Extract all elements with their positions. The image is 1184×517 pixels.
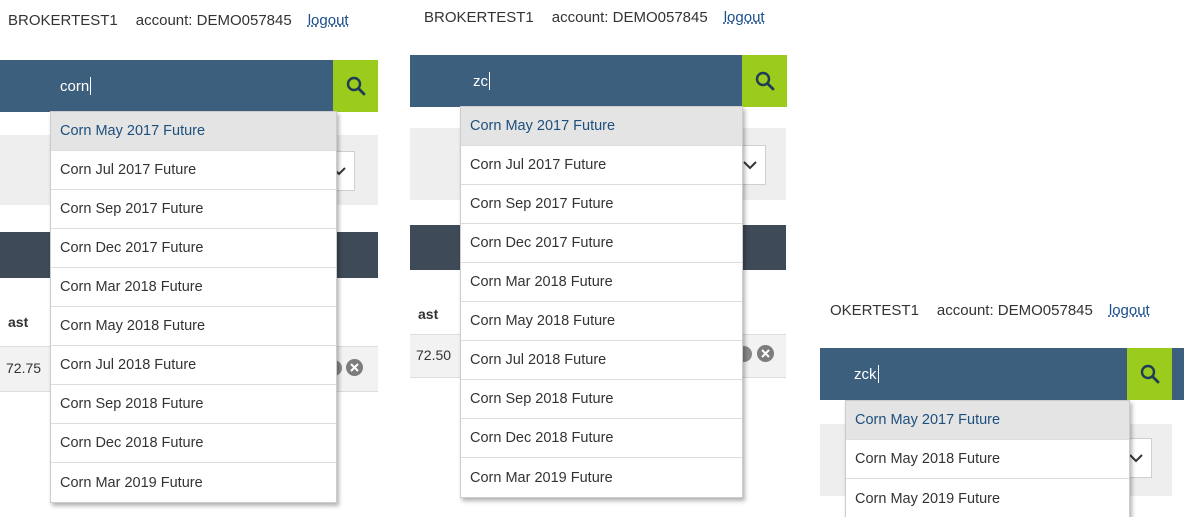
result-label: Corn Mar 2019 Future xyxy=(470,469,613,486)
search-icon xyxy=(346,76,365,96)
search-input-value: zck xyxy=(854,365,877,383)
search-input[interactable]: corn xyxy=(60,60,330,112)
search-bar: zck xyxy=(820,348,1184,400)
search-result-item[interactable]: Corn Sep 2017 Future xyxy=(461,185,742,224)
search-result-item[interactable]: Corn May 2017 Future xyxy=(846,401,1129,440)
result-label: Corn Mar 2019 Future xyxy=(60,474,203,491)
search-bar: zc xyxy=(410,55,802,107)
search-icon xyxy=(755,71,774,91)
account-label: account: DEMO057845 xyxy=(936,302,1093,319)
search-results-dropdown: Corn May 2017 Future Corn Jul 2017 Futur… xyxy=(460,106,743,498)
result-label: Corn May 2018 Future xyxy=(470,313,616,329)
search-result-item[interactable]: Corn Dec 2018 Future xyxy=(461,419,742,458)
result-label: Corn May 2017 Future xyxy=(855,412,1001,428)
logout-link[interactable]: logout xyxy=(308,12,349,29)
search-bar-edge xyxy=(1172,348,1184,400)
user-bar: BROKERTEST1 account: DEMO057845 logout xyxy=(424,9,802,26)
search-result-item[interactable]: Corn Mar 2018 Future xyxy=(461,263,742,302)
result-label: Corn May 2019 Future xyxy=(855,490,1001,507)
search-result-item[interactable]: Corn Sep 2017 Future xyxy=(51,190,336,229)
user-bar: OKERTEST1 account: DEMO057845 logout xyxy=(830,302,1184,319)
last-price: 72.50 xyxy=(416,347,452,363)
search-input-value: zc xyxy=(473,72,488,90)
result-label: Corn May 2018 Future xyxy=(855,451,1001,467)
result-label: Corn Jul 2018 Future xyxy=(60,357,197,373)
search-bar: corn xyxy=(0,60,378,112)
last-column-label: ast xyxy=(8,314,29,330)
result-label: Corn Sep 2017 Future xyxy=(60,201,204,217)
result-label: Corn Dec 2018 Future xyxy=(60,435,204,451)
result-label: Corn May 2017 Future xyxy=(60,123,206,139)
chevron-down-icon xyxy=(1129,453,1143,462)
result-label: Corn Dec 2017 Future xyxy=(470,235,614,251)
search-results-dropdown: Corn May 2017 Future Corn Jul 2017 Futur… xyxy=(50,111,337,503)
search-results-dropdown: Corn May 2017 Future Corn May 2018 Futur… xyxy=(845,400,1130,517)
search-result-item[interactable]: Corn Sep 2018 Future xyxy=(461,380,742,419)
result-label: Corn Dec 2017 Future xyxy=(60,240,204,256)
search-result-item[interactable]: Corn May 2017 Future xyxy=(51,112,336,151)
search-panel-corn: BROKERTEST1 account: DEMO057845 logout c… xyxy=(0,0,378,517)
search-result-item[interactable]: Corn Mar 2019 Future xyxy=(51,463,336,502)
result-label: Corn Jul 2017 Future xyxy=(470,157,607,173)
username: BROKERTEST1 xyxy=(8,12,118,29)
search-bar-edge xyxy=(787,55,802,107)
search-button[interactable] xyxy=(333,60,378,112)
user-bar: BROKERTEST1 account: DEMO057845 logout xyxy=(8,12,378,29)
search-input[interactable]: zck xyxy=(854,348,1124,400)
result-label: Corn May 2018 Future xyxy=(60,318,206,334)
text-caret xyxy=(877,365,879,383)
search-result-item[interactable]: Corn Dec 2017 Future xyxy=(51,229,336,268)
result-label: Corn Dec 2018 Future xyxy=(470,430,614,446)
username: BROKERTEST1 xyxy=(424,9,534,26)
search-result-item[interactable]: Corn Sep 2018 Future xyxy=(51,385,336,424)
search-result-item[interactable]: Corn May 2018 Future xyxy=(51,307,336,346)
text-caret xyxy=(489,72,490,90)
account-label: account: DEMO057845 xyxy=(551,9,708,26)
search-result-item[interactable]: Corn May 2017 Future xyxy=(461,107,742,146)
result-label: Corn Sep 2018 Future xyxy=(60,396,204,412)
logout-link[interactable]: logout xyxy=(724,9,765,26)
last-column-label: ast xyxy=(418,306,439,322)
logout-link[interactable]: logout xyxy=(1109,302,1150,319)
last-price: 72.75 xyxy=(6,360,42,376)
account-label: account: DEMO057845 xyxy=(135,12,292,29)
search-panel-zc: BROKERTEST1 account: DEMO057845 logout z… xyxy=(410,0,802,517)
result-label: Corn Mar 2018 Future xyxy=(470,274,613,290)
text-caret xyxy=(90,77,92,95)
search-panel-zck: OKERTEST1 account: DEMO057845 logout zck… xyxy=(820,286,1184,517)
result-label: Corn May 2017 Future xyxy=(470,118,616,134)
result-label: Corn Jul 2018 Future xyxy=(470,352,607,368)
search-icon xyxy=(1140,364,1159,384)
search-result-item[interactable]: Corn Jul 2017 Future xyxy=(51,151,336,190)
result-label: Corn Jul 2017 Future xyxy=(60,162,197,178)
username: OKERTEST1 xyxy=(830,302,919,319)
search-button[interactable] xyxy=(1127,348,1172,400)
search-button[interactable] xyxy=(742,55,787,107)
search-result-item[interactable]: Corn Mar 2018 Future xyxy=(51,268,336,307)
search-result-item[interactable]: Corn Dec 2018 Future xyxy=(51,424,336,463)
search-input-value: corn xyxy=(60,77,90,95)
result-label: Corn Mar 2018 Future xyxy=(60,279,203,295)
search-result-item[interactable]: Corn Jul 2018 Future xyxy=(51,346,336,385)
search-result-item[interactable]: Corn Dec 2017 Future xyxy=(461,224,742,263)
chevron-down-icon xyxy=(743,160,757,169)
remove-icon[interactable] xyxy=(346,359,363,376)
search-result-item[interactable]: Corn Jul 2018 Future xyxy=(461,341,742,380)
search-result-item[interactable]: Corn May 2018 Future xyxy=(461,302,742,341)
search-input[interactable]: zc xyxy=(473,55,738,107)
result-label: Corn Sep 2018 Future xyxy=(470,391,614,407)
result-label: Corn Sep 2017 Future xyxy=(470,196,614,212)
search-result-item[interactable]: Corn May 2018 Future xyxy=(846,440,1129,479)
search-result-item[interactable]: Corn Jul 2017 Future xyxy=(461,146,742,185)
search-result-item[interactable]: Corn May 2019 Future xyxy=(846,479,1129,517)
remove-icon[interactable] xyxy=(757,345,774,362)
search-result-item[interactable]: Corn Mar 2019 Future xyxy=(461,458,742,497)
